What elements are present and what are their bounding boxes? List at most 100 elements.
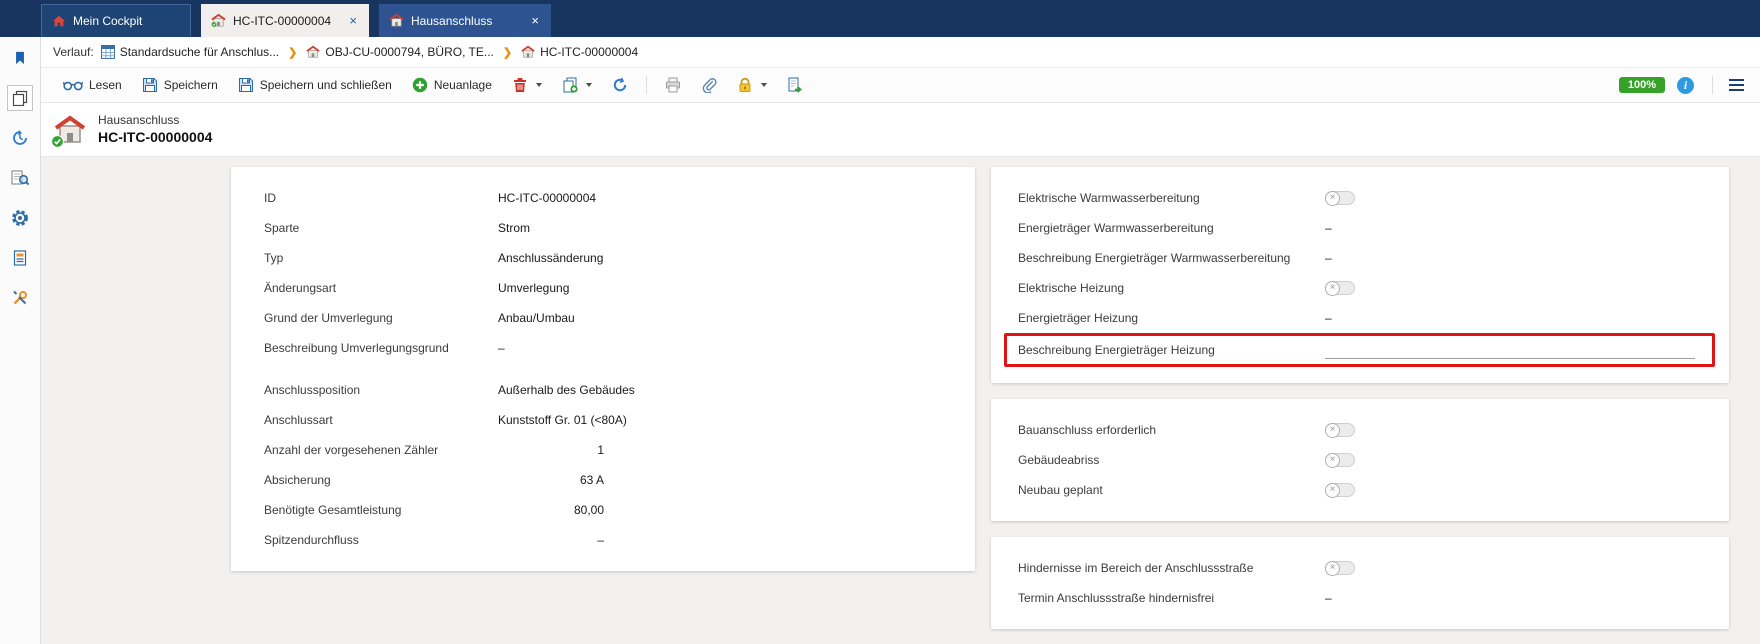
field-row-beschreibung-energietraeger-warmwasserbereitung: Beschreibung Energieträger Warmwasserber… bbox=[1018, 243, 1695, 273]
field-label: Termin Anschlussstraße hindernisfrei bbox=[1018, 591, 1325, 605]
refresh-button[interactable] bbox=[604, 73, 636, 97]
toggle-off-knob: × bbox=[1325, 453, 1340, 468]
breadcrumb-item-objekt[interactable]: OBJ-CU-0000794, BÜRO, TE... bbox=[306, 45, 494, 59]
toggle-off-knob: × bbox=[1325, 423, 1340, 438]
toggle-hindernisse-anschlussstrasse[interactable]: × bbox=[1325, 561, 1355, 575]
street-card: Hindernisse im Bereich der Anschlussstra… bbox=[991, 537, 1729, 629]
field-label: Grund der Umverlegung bbox=[264, 311, 498, 325]
pages-icon[interactable] bbox=[7, 85, 33, 111]
bookmark-icon[interactable] bbox=[7, 45, 33, 71]
toggle-off-knob: × bbox=[1325, 483, 1340, 498]
zoom-level-badge[interactable]: 100% bbox=[1619, 77, 1665, 93]
toggle-elektrische-warmwasserbereitung[interactable]: × bbox=[1325, 191, 1355, 205]
attachment-button[interactable] bbox=[693, 73, 725, 97]
beschreibung-energietraeger-heizung-input[interactable] bbox=[1325, 341, 1695, 359]
field-label: Elektrische Heizung bbox=[1018, 281, 1325, 295]
toggle-elektrische-heizung[interactable]: × bbox=[1325, 281, 1355, 295]
field-row-grund-der-umverlegung: Grund der Umverlegung Anbau/Umbau bbox=[264, 303, 939, 333]
document-icon[interactable] bbox=[7, 245, 33, 271]
field-row-energietraeger-warmwasserbereitung: Energieträger Warmwasserbereitung – bbox=[1018, 213, 1695, 243]
toggle-off-knob: × bbox=[1325, 281, 1340, 296]
tab-label: Mein Cockpit bbox=[73, 14, 142, 28]
app-body: Verlauf: Standardsuche für Anschlus... ❯… bbox=[0, 37, 1760, 644]
field-row-bauanschluss-erforderlich: Bauanschluss erforderlich × bbox=[1018, 415, 1695, 445]
copy-create-button[interactable] bbox=[554, 73, 600, 97]
speichern-button[interactable]: Speichern bbox=[134, 73, 226, 97]
field-label: Sparte bbox=[264, 221, 498, 235]
breadcrumb-item-hausanschluss[interactable]: HC-ITC-00000004 bbox=[521, 45, 638, 59]
export-button[interactable] bbox=[779, 73, 811, 97]
info-icon[interactable]: i bbox=[1677, 77, 1694, 94]
tab-hausanschluss[interactable]: Hausanschluss × bbox=[379, 4, 551, 37]
field-label: Energieträger Heizung bbox=[1018, 311, 1325, 325]
field-label: Hindernisse im Bereich der Anschlussstra… bbox=[1018, 561, 1325, 575]
field-value: Kunststoff Gr. 01 (<80A) bbox=[498, 413, 627, 427]
gear-icon[interactable] bbox=[7, 205, 33, 231]
field-value: – bbox=[1325, 591, 1332, 605]
toggle-bauanschluss-erforderlich[interactable]: × bbox=[1325, 423, 1355, 437]
field-label: Typ bbox=[264, 251, 498, 265]
tab-mein-cockpit[interactable]: Mein Cockpit bbox=[41, 4, 191, 37]
toggle-neubau-geplant[interactable]: × bbox=[1325, 483, 1355, 497]
field-row-anschlussart: Anschlussart Kunststoff Gr. 01 (<80A) bbox=[264, 405, 939, 435]
field-row-energietraeger-heizung: Energieträger Heizung – bbox=[1018, 303, 1695, 333]
field-label: Änderungsart bbox=[264, 281, 498, 295]
close-icon[interactable]: × bbox=[529, 14, 541, 27]
refresh-icon bbox=[612, 77, 628, 93]
tab-hc-itc-00000004[interactable]: HC-ITC-00000004 × bbox=[201, 4, 369, 37]
field-label: Anschlussposition bbox=[264, 383, 498, 397]
connection-details-card: ID HC-ITC-00000004 Sparte Strom Typ Ansc… bbox=[231, 167, 975, 571]
field-row-gebaeudeabriss: Gebäudeabriss × bbox=[1018, 445, 1695, 475]
field-row-neubau-geplant: Neubau geplant × bbox=[1018, 475, 1695, 505]
breadcrumb-label: HC-ITC-00000004 bbox=[540, 45, 638, 59]
field-row-spitzendurchfluss: Spitzendurchfluss – bbox=[264, 525, 939, 555]
field-value: – bbox=[1325, 251, 1332, 265]
field-row-anzahl-zaehler: Anzahl der vorgesehenen Zähler 1 bbox=[264, 435, 939, 465]
field-label: Anschlussart bbox=[264, 413, 498, 427]
field-label: Bauanschluss erforderlich bbox=[1018, 423, 1325, 437]
field-value: Anbau/Umbau bbox=[498, 311, 575, 325]
print-button[interactable] bbox=[657, 73, 689, 97]
history-icon[interactable] bbox=[7, 125, 33, 151]
field-label: Anzahl der vorgesehenen Zähler bbox=[264, 443, 498, 457]
chevron-down-icon bbox=[761, 83, 767, 87]
search-document-icon[interactable] bbox=[7, 165, 33, 191]
plus-circle-icon bbox=[412, 77, 428, 93]
house-icon bbox=[521, 45, 535, 59]
paperclip-icon bbox=[701, 77, 717, 93]
toggle-gebaeudeabriss[interactable]: × bbox=[1325, 453, 1355, 467]
toggle-off-knob: × bbox=[1325, 191, 1340, 206]
field-value: HC-ITC-00000004 bbox=[498, 191, 596, 205]
field-row-benoetigte-gesamtleistung: Benötigte Gesamtleistung 80,00 bbox=[264, 495, 939, 525]
neuanlage-label: Neuanlage bbox=[434, 78, 492, 92]
field-value: – bbox=[498, 341, 505, 355]
field-value: – bbox=[498, 533, 604, 547]
close-icon[interactable]: × bbox=[347, 14, 359, 27]
house-icon bbox=[306, 45, 320, 59]
toolbar: Lesen Speichern Speichern und schließen … bbox=[41, 68, 1760, 103]
home-icon bbox=[52, 14, 66, 28]
object-type-label: Hausanschluss bbox=[98, 113, 212, 129]
field-value: Außerhalb des Gebäudes bbox=[498, 383, 635, 397]
field-label: Neubau geplant bbox=[1018, 483, 1325, 497]
neuanlage-button[interactable]: Neuanlage bbox=[404, 73, 500, 97]
lesen-button[interactable]: Lesen bbox=[55, 74, 130, 96]
field-row-absicherung: Absicherung 63 A bbox=[264, 465, 939, 495]
breadcrumb-item-standardsuche[interactable]: Standardsuche für Anschlus... bbox=[101, 45, 279, 59]
tools-icon[interactable] bbox=[7, 285, 33, 311]
field-row-termin-anschlussstrasse: Termin Anschlussstraße hindernisfrei – bbox=[1018, 583, 1695, 613]
house-icon bbox=[389, 13, 404, 28]
speichern-und-schliessen-button[interactable]: Speichern und schließen bbox=[230, 73, 400, 97]
field-value: – bbox=[1325, 221, 1332, 235]
delete-button[interactable] bbox=[504, 73, 550, 97]
chevron-right-icon: ❯ bbox=[286, 46, 299, 59]
toolbar-separator bbox=[646, 76, 647, 94]
hamburger-menu-icon[interactable] bbox=[1723, 75, 1750, 95]
lock-button[interactable] bbox=[729, 73, 775, 97]
field-row-id: ID HC-ITC-00000004 bbox=[264, 183, 939, 213]
field-row-anschlussposition: Anschlussposition Außerhalb des Gebäudes bbox=[264, 375, 939, 405]
chevron-right-icon: ❯ bbox=[501, 46, 514, 59]
house-check-icon bbox=[211, 13, 226, 28]
field-label: ID bbox=[264, 191, 498, 205]
section-gap bbox=[264, 363, 939, 375]
